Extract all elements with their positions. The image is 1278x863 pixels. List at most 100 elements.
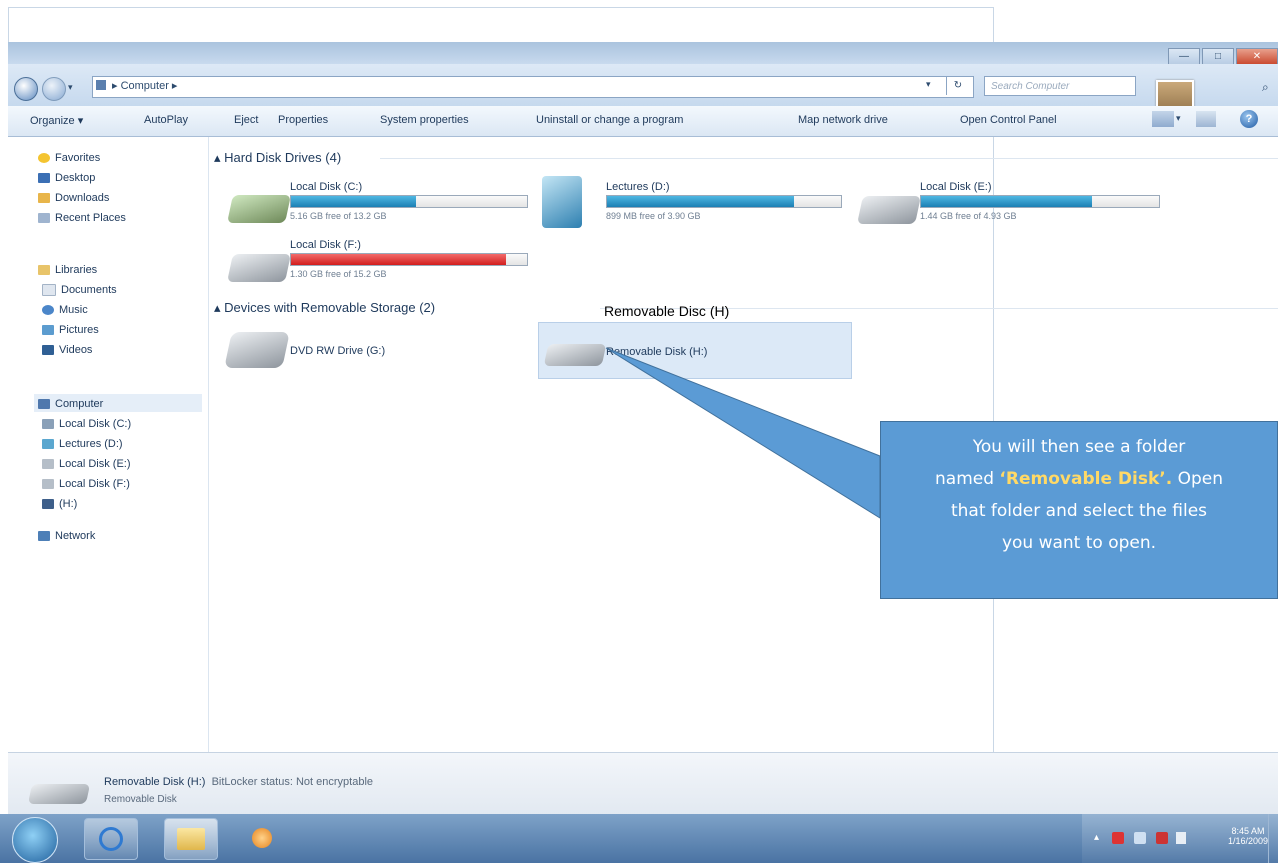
hard-drive-icon[interactable] xyxy=(857,196,921,224)
nav-item-desktop[interactable]: Desktop xyxy=(38,172,95,184)
star-icon xyxy=(38,153,50,164)
back-button[interactable] xyxy=(14,77,38,101)
nav-label: Pictures xyxy=(59,324,99,336)
callout-line-4: you want to open. xyxy=(1001,533,1157,553)
pictures-icon xyxy=(42,325,54,336)
drive-c-free-space: 5.16 GB free of 13.2 GB xyxy=(290,211,387,221)
nav-item-favorites[interactable]: Favorites xyxy=(38,152,100,164)
system-properties-button[interactable]: System properties xyxy=(380,114,469,126)
group-header-removable-storage[interactable]: ▴ Devices with Removable Storage (2) xyxy=(214,300,435,316)
nav-item-pictures[interactable]: Pictures xyxy=(42,324,99,336)
libraries-icon xyxy=(38,265,50,276)
nav-label: Network xyxy=(55,530,96,542)
nav-item-downloads[interactable]: Downloads xyxy=(38,192,109,204)
downloads-icon xyxy=(38,193,50,204)
drive-d-free-space: 899 MB free of 3.90 GB xyxy=(606,211,701,221)
drive-h-name[interactable]: Removable Disk (H:) xyxy=(606,346,707,358)
nav-item-computer[interactable]: Computer xyxy=(38,398,103,410)
nav-label: Computer xyxy=(55,398,104,410)
nav-item-drive-h[interactable]: (H:) xyxy=(42,498,77,510)
map-network-drive-button[interactable]: Map network drive xyxy=(798,114,888,126)
nav-item-music[interactable]: Music xyxy=(42,304,88,316)
dvd-drive-icon[interactable] xyxy=(224,332,290,368)
nav-label: Videos xyxy=(59,344,93,356)
nav-label: Lectures (D:) xyxy=(59,438,123,450)
group-header-label: Devices with Removable Storage (2) xyxy=(224,300,436,315)
nav-item-lectures-d[interactable]: Lectures (D:) xyxy=(42,438,123,450)
properties-button[interactable]: Properties xyxy=(278,114,328,126)
show-hidden-icons-icon[interactable]: ▴ xyxy=(1094,832,1099,843)
videos-icon xyxy=(42,345,54,356)
taskbar-ie-button[interactable] xyxy=(84,818,138,860)
hard-drive-icon[interactable] xyxy=(227,254,291,282)
callout-text: You will then see a folder named ‘Remova… xyxy=(880,431,1278,559)
callout-title: Removable Disc (H) xyxy=(604,303,730,319)
internet-explorer-icon xyxy=(99,827,123,851)
usb-drive-icon[interactable] xyxy=(543,344,607,366)
volume-icon[interactable] xyxy=(1176,832,1186,844)
nav-item-local-disk-e[interactable]: Local Disk (E:) xyxy=(42,458,131,470)
group-header-label: Hard Disk Drives (4) xyxy=(224,150,342,165)
organize-button[interactable]: Organize ▾ xyxy=(30,114,83,127)
clock-date: 1/16/2009 xyxy=(1227,836,1268,846)
computer-icon xyxy=(96,80,106,90)
eject-button[interactable]: Eject xyxy=(234,114,258,126)
nav-item-videos[interactable]: Videos xyxy=(42,344,92,356)
drive-c-usage-fill xyxy=(291,196,417,207)
view-chevron-down-icon[interactable]: ▾ xyxy=(1176,113,1181,124)
open-control-panel-button[interactable]: Open Control Panel xyxy=(960,114,1057,126)
computer-icon xyxy=(38,399,50,410)
search-icon[interactable]: ⌕ xyxy=(1262,80,1269,95)
nav-item-libraries[interactable]: Libraries xyxy=(38,264,97,276)
group-header-hard-disk-drives[interactable]: ▴ Hard Disk Drives (4) xyxy=(214,150,341,166)
search-input[interactable]: Search Computer xyxy=(984,76,1136,96)
safely-remove-hardware-icon[interactable] xyxy=(1156,832,1168,844)
view-options-icon[interactable] xyxy=(1152,111,1174,127)
help-icon[interactable]: ? xyxy=(1240,110,1258,128)
drive-c-name[interactable]: Local Disk (C:) xyxy=(290,181,362,193)
drive-d-name[interactable]: Lectures (D:) xyxy=(606,181,670,193)
address-dropdown-icon[interactable]: ▾ xyxy=(926,79,931,90)
optical-drive-icon[interactable] xyxy=(542,176,582,228)
refresh-icon[interactable]: ↻ xyxy=(946,77,969,95)
start-button[interactable] xyxy=(12,817,58,863)
uninstall-program-button[interactable]: Uninstall or change a program xyxy=(536,114,683,126)
callout-open: Open xyxy=(1172,469,1223,489)
breadcrumb-computer[interactable]: Computer xyxy=(121,80,169,92)
nav-item-local-disk-c[interactable]: Local Disk (C:) xyxy=(42,418,131,430)
nav-item-recent-places[interactable]: Recent Places xyxy=(38,212,126,224)
folder-icon xyxy=(177,828,205,850)
details-title: Removable Disk (H:) xyxy=(104,776,206,788)
recent-places-icon xyxy=(38,213,50,224)
music-icon xyxy=(42,305,54,316)
nav-label: (H:) xyxy=(59,498,78,510)
nav-item-documents[interactable]: Documents xyxy=(42,284,117,297)
title-bar xyxy=(8,42,1278,64)
drive-g-name[interactable]: DVD RW Drive (G:) xyxy=(290,345,385,357)
drive-e-usage-bar xyxy=(920,195,1160,208)
show-desktop-button[interactable] xyxy=(1268,814,1278,863)
drive-e-name[interactable]: Local Disk (E:) xyxy=(920,181,992,193)
drive-f-name[interactable]: Local Disk (F:) xyxy=(290,239,361,251)
desktop-icon xyxy=(38,173,50,184)
hard-drive-icon[interactable] xyxy=(227,195,291,223)
nav-label: Local Disk (C:) xyxy=(59,418,132,430)
details-type: Removable Disk xyxy=(104,794,177,805)
nav-item-local-disk-f[interactable]: Local Disk (F:) xyxy=(42,478,130,490)
preview-pane-icon[interactable] xyxy=(1196,111,1216,127)
nav-label: Libraries xyxy=(55,264,98,276)
network-tray-icon[interactable] xyxy=(1134,832,1146,844)
window-controls: — □ ✕ xyxy=(1166,48,1278,66)
action-center-icon[interactable] xyxy=(1112,832,1124,844)
media-player-icon[interactable] xyxy=(252,828,272,848)
drive-e-usage-fill xyxy=(921,196,1093,207)
nav-item-network[interactable]: Network xyxy=(38,530,95,542)
clock[interactable]: 8:45 AM 1/16/2009 xyxy=(1228,826,1268,846)
usb-drive-icon xyxy=(27,784,91,804)
autoplay-button[interactable]: AutoPlay xyxy=(144,114,188,126)
forward-button[interactable] xyxy=(42,77,66,101)
address-bar[interactable] xyxy=(92,76,974,98)
recent-pages-chevron-icon[interactable]: ▾ xyxy=(68,82,73,93)
taskbar-explorer-button[interactable] xyxy=(164,818,218,860)
drive-icon xyxy=(42,419,54,430)
